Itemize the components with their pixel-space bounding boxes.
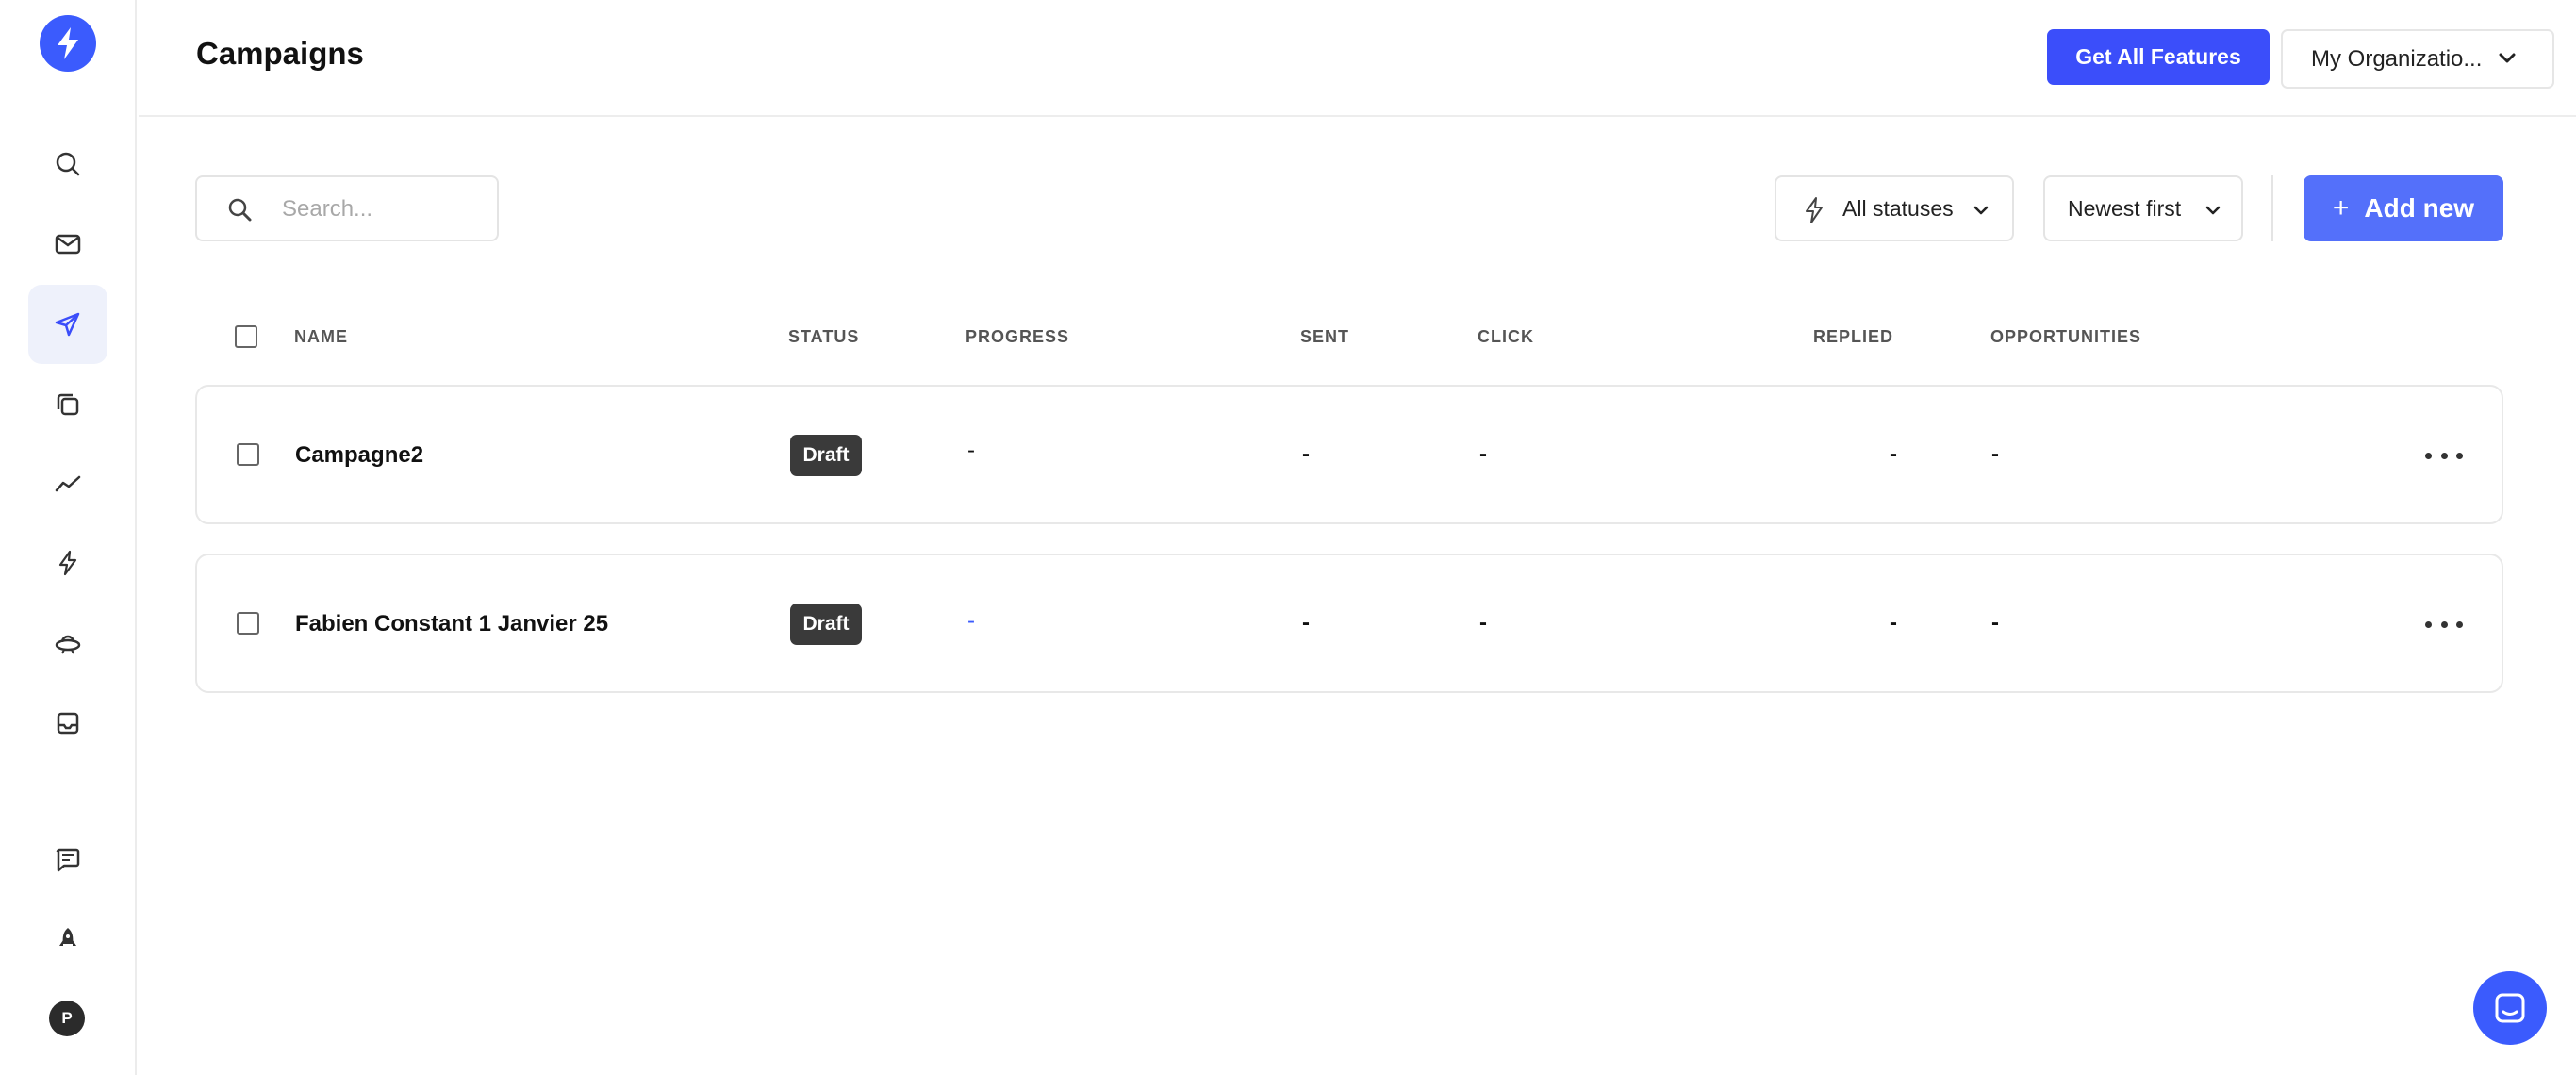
inbox-icon: [57, 712, 79, 735]
page-title: Campaigns: [196, 36, 364, 71]
sidebar-item-launch[interactable]: [28, 900, 107, 979]
campaign-name[interactable]: Campagne2: [295, 442, 423, 469]
click-value: -: [1479, 610, 1487, 636]
bolt-icon: [58, 550, 77, 576]
campaign-name[interactable]: Fabien Constant 1 Janvier 25: [295, 611, 608, 637]
more-options-icon[interactable]: [2425, 615, 2463, 634]
opportunities-value: -: [1991, 610, 1999, 636]
progress-value: -: [967, 438, 975, 463]
analytics-icon: [55, 475, 81, 492]
add-new-button[interactable]: + Add new: [2304, 175, 2503, 241]
column-header-replied[interactable]: REPLIED: [1813, 327, 1893, 347]
status-filter-dropdown[interactable]: All statuses: [1775, 175, 2014, 241]
sort-label: Newest first: [2068, 195, 2182, 221]
rocket-icon: [59, 928, 76, 946]
table-row[interactable]: Fabien Constant 1 Janvier 25 Draft - - -…: [195, 554, 2503, 693]
column-header-click[interactable]: CLICK: [1478, 327, 1534, 347]
search-input[interactable]: [282, 189, 480, 230]
replied-value: -: [1890, 610, 1897, 636]
chevron-down-icon: [2205, 206, 2221, 215]
more-options-icon[interactable]: [2425, 446, 2463, 465]
click-value: -: [1479, 441, 1487, 467]
search-icon: [228, 198, 252, 222]
sent-value: -: [1302, 441, 1310, 467]
column-header-opportunities[interactable]: OPPORTUNITIES: [1990, 327, 2141, 347]
search-box: [195, 175, 499, 241]
top-bar: Campaigns Get All Features My Organizati…: [139, 0, 2576, 117]
copy-icon: [57, 393, 79, 416]
search-icon: [56, 152, 80, 176]
sidebar: P: [0, 0, 137, 1075]
chevron-down-icon: [2499, 53, 2516, 63]
sidebar-item-automations[interactable]: [28, 523, 107, 603]
sidebar-item-search[interactable]: [28, 124, 107, 204]
app-root: P Campaigns Get All Features My Organiza…: [0, 0, 2576, 1075]
replied-value: -: [1890, 441, 1897, 467]
row-checkbox[interactable]: [237, 612, 259, 635]
sidebar-item-campaigns[interactable]: [28, 285, 107, 364]
user-avatar[interactable]: P: [49, 1001, 85, 1036]
select-all-checkbox[interactable]: [235, 325, 257, 348]
support-chat-button[interactable]: [2473, 971, 2547, 1045]
column-header-status[interactable]: STATUS: [788, 327, 859, 347]
organization-selector[interactable]: My Organizatio...: [2281, 29, 2554, 89]
chevron-down-icon: [1973, 206, 1989, 215]
column-header-name[interactable]: NAME: [294, 327, 348, 347]
status-filter-label: All statuses: [1842, 195, 1954, 221]
sidebar-item-ufo[interactable]: [28, 604, 107, 683]
ufo-icon: [55, 635, 81, 654]
bolt-icon: [1806, 197, 1823, 223]
chat-icon: [2495, 993, 2525, 1023]
column-header-progress[interactable]: PROGRESS: [966, 327, 1069, 347]
sidebar-item-mail[interactable]: [28, 205, 107, 284]
opportunities-value: -: [1991, 441, 1999, 467]
plus-icon: +: [2332, 192, 2350, 223]
row-checkbox[interactable]: [237, 443, 259, 466]
sidebar-item-analytics[interactable]: [28, 444, 107, 523]
organization-name: My Organizatio...: [2311, 45, 2483, 72]
sent-value: -: [1302, 610, 1310, 636]
sidebar-item-templates[interactable]: [28, 365, 107, 444]
get-all-features-button[interactable]: Get All Features: [2047, 29, 2270, 85]
toolbar-divider: [2271, 175, 2273, 241]
status-badge: Draft: [790, 604, 862, 645]
status-badge: Draft: [790, 435, 862, 476]
logo-bolt-icon[interactable]: [40, 15, 96, 72]
feedback-icon: [56, 848, 80, 872]
sidebar-item-feedback[interactable]: [28, 820, 107, 900]
send-icon: [55, 312, 80, 337]
progress-value: -: [967, 608, 975, 634]
add-new-label: Add new: [2364, 193, 2475, 223]
column-header-sent[interactable]: SENT: [1300, 327, 1349, 347]
sort-dropdown[interactable]: Newest first: [2043, 175, 2243, 241]
table-row[interactable]: Campagne2 Draft - - - - -: [195, 385, 2503, 524]
mail-icon: [55, 234, 81, 255]
sidebar-item-inbox[interactable]: [28, 684, 107, 763]
